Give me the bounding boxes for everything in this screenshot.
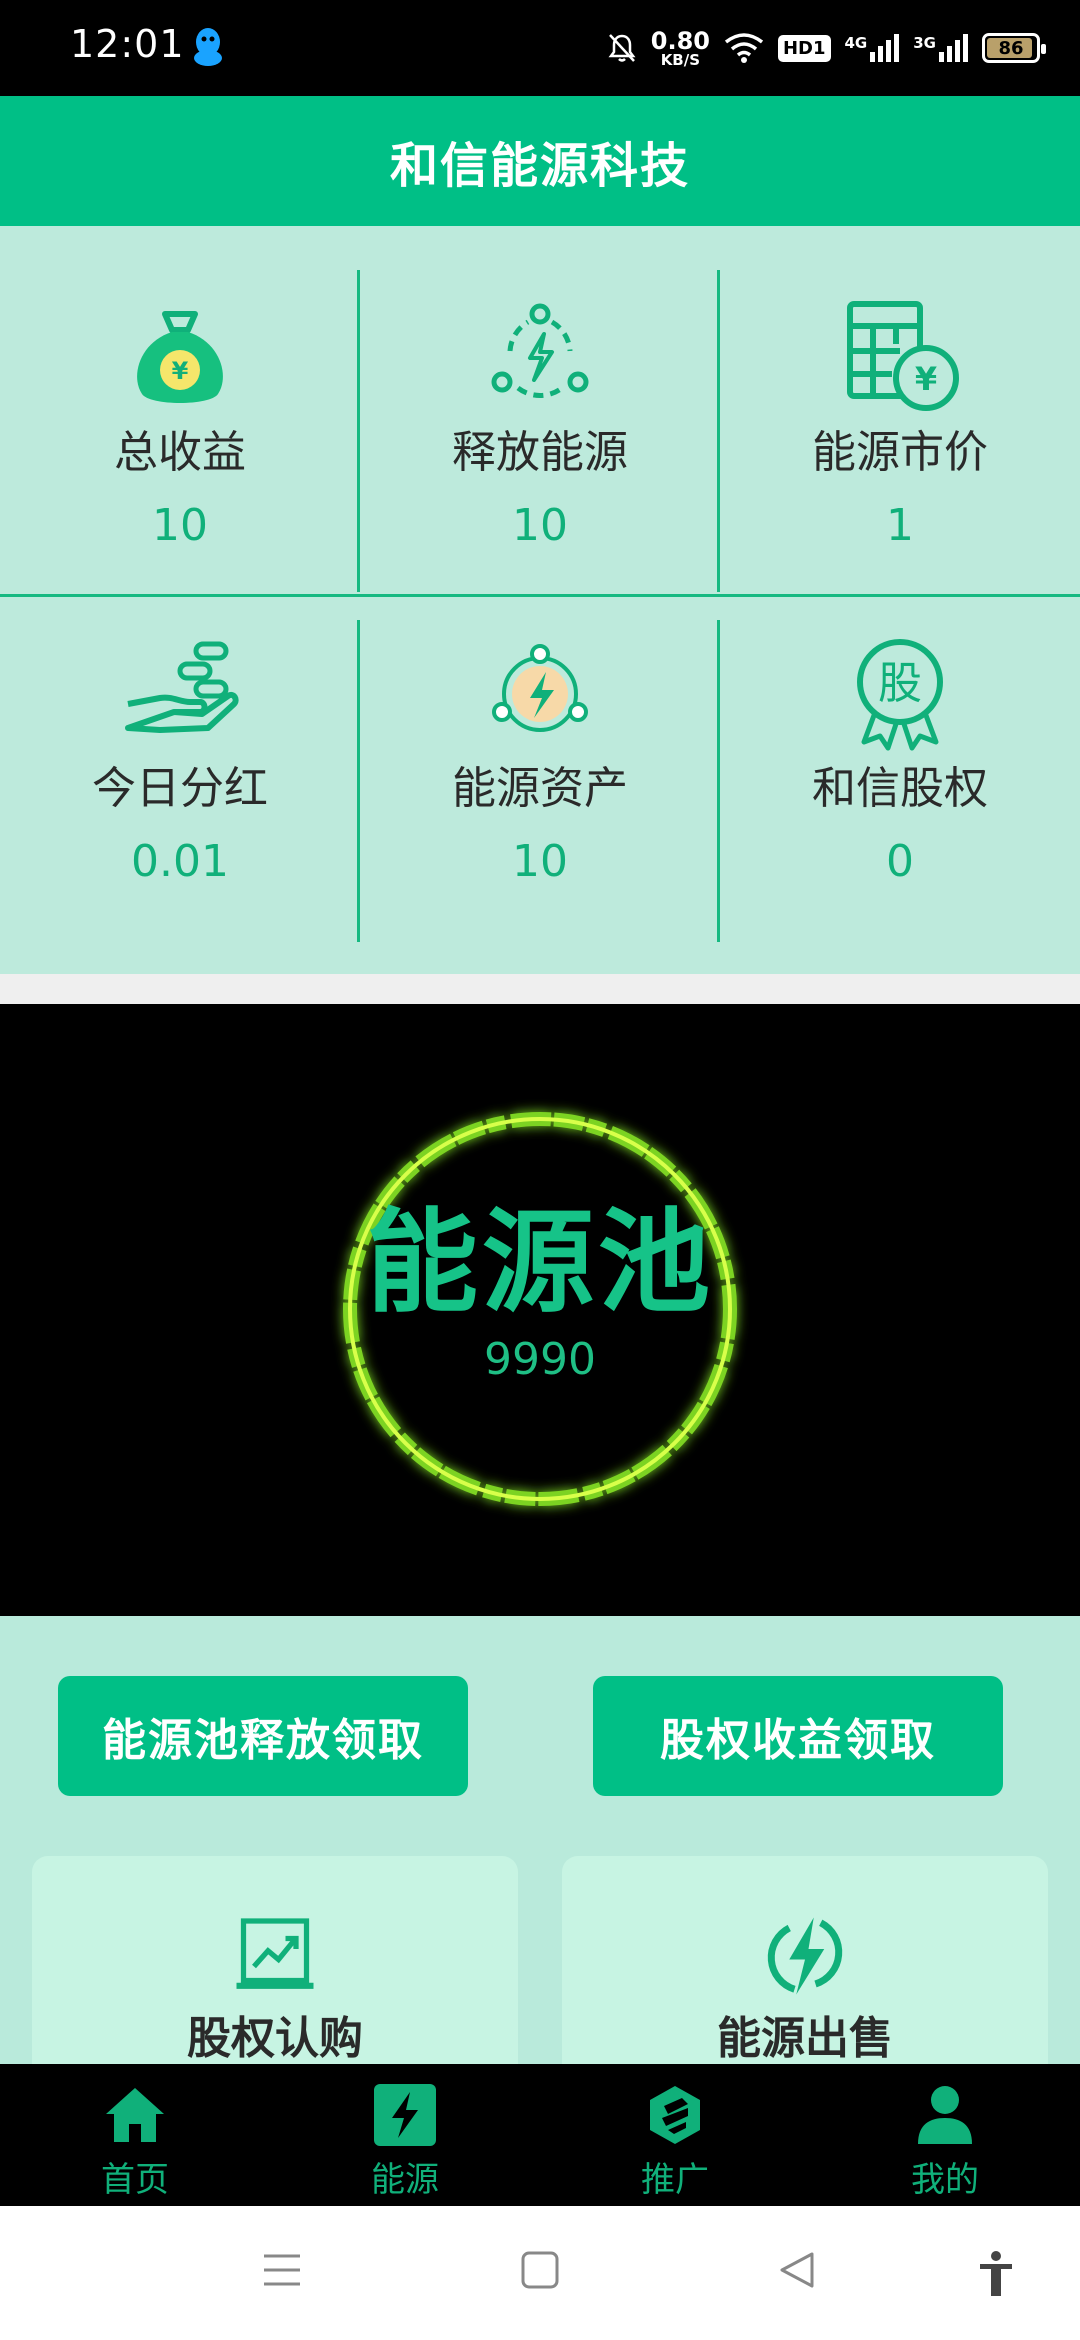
app-header: 和信能源科技: [0, 96, 1080, 226]
system-nav-bar: [0, 2206, 1080, 2340]
equity-medal-icon: 股: [857, 639, 943, 751]
user-icon: [918, 2086, 972, 2144]
energy-sale-card[interactable]: 能源出售: [562, 1856, 1048, 2066]
chart-board-icon: [236, 1918, 314, 1989]
stat-value: 1: [886, 500, 914, 551]
nav-energy[interactable]: 能源: [270, 2064, 540, 2206]
nav-label: 首页: [101, 2160, 169, 2200]
battery-icon: 86: [982, 33, 1046, 63]
net-speed-unit: KB/S: [660, 50, 701, 69]
stat-value: 0.01: [131, 836, 229, 887]
nav-label: 推广: [641, 2160, 709, 2200]
svg-text:¥: ¥: [915, 360, 937, 398]
stat-released-energy[interactable]: 释放能源 10: [360, 226, 720, 562]
section-divider: [0, 974, 1080, 1004]
stat-label: 释放能源: [452, 427, 628, 478]
back-icon[interactable]: [778, 2250, 818, 2290]
nav-mine[interactable]: 我的: [810, 2064, 1080, 2206]
stat-label: 和信股权: [812, 763, 988, 814]
card-label: 股权认购: [187, 2013, 363, 2064]
energy-pool-panel: 能源池 9990: [0, 1004, 1080, 1616]
stat-value: 10: [512, 836, 568, 887]
nav-label: 能源: [371, 2160, 439, 2200]
battery-percent: 86: [998, 37, 1024, 59]
card-label: 能源出售: [717, 2013, 893, 2064]
energy-pool-title: 能源池: [366, 1198, 714, 1328]
promote-icon: [650, 2086, 700, 2144]
stat-value: 0: [886, 836, 914, 887]
net-speed: 0.80 KB/S: [651, 29, 710, 68]
page-title: 和信能源科技: [389, 138, 690, 194]
mute-bell-icon: [608, 34, 636, 62]
energy-asset-icon: [492, 644, 588, 732]
lightning-circle-icon: [767, 1917, 843, 1995]
stat-value: 10: [152, 500, 208, 551]
home-icon: [106, 2088, 164, 2142]
release-claim-button[interactable]: 能源池释放领取: [58, 1676, 468, 1796]
hand-coins-icon: [125, 641, 239, 733]
svg-text:股: 股: [878, 658, 922, 709]
stats-grid: ¥ 总收益 10 释放能源 10 ¥ 能源市价 1 今日分红 0.01 能源资产…: [0, 226, 1080, 974]
wifi-icon: [724, 33, 764, 63]
nav-home[interactable]: 首页: [0, 2064, 270, 2206]
nav-promote[interactable]: 推广: [540, 2064, 810, 2206]
equity-claim-button[interactable]: 股权收益领取: [593, 1676, 1003, 1796]
signal-3g: 3G: [913, 34, 968, 62]
stat-today-dividend[interactable]: 今日分红 0.01: [0, 562, 360, 898]
signal-3g-label: 3G: [913, 34, 936, 52]
signal-4g-label: 4G: [844, 34, 868, 52]
stat-market-price[interactable]: ¥ 能源市价 1: [720, 226, 1080, 562]
stat-label: 今日分红: [92, 763, 268, 814]
stat-label: 总收益: [114, 427, 246, 478]
status-icons: 0.80 KB/S HD1 4G 3G 86: [607, 20, 1046, 76]
signal-4g: 4G: [845, 34, 900, 62]
stat-equity[interactable]: 股 和信股权 0: [720, 562, 1080, 898]
calculator-yuan-icon: ¥: [847, 301, 959, 411]
qq-icon: [194, 28, 222, 66]
energy-icon: [374, 2084, 436, 2146]
stat-total-earnings[interactable]: ¥ 总收益 10: [0, 226, 360, 562]
stat-energy-assets[interactable]: 能源资产 10: [360, 562, 720, 898]
app-screen: 12:01 0.80 KB/S HD1 4G 3G 86 和信能源科技 ¥ 总收…: [0, 0, 1080, 2340]
stat-label: 能源市价: [812, 427, 988, 478]
net-speed-value: 0.80: [650, 26, 710, 55]
equity-subscribe-card[interactable]: 股权认购: [32, 1856, 518, 2066]
home-square-icon[interactable]: [520, 2250, 560, 2290]
svg-text:¥: ¥: [172, 357, 189, 385]
status-bar: 12:01 0.80 KB/S HD1 4G 3G 86: [0, 0, 1080, 96]
status-time: 12:01: [70, 22, 185, 66]
menu-icon[interactable]: [262, 2250, 302, 2290]
nav-label: 我的: [911, 2160, 979, 2200]
hd-badge: HD1: [777, 34, 831, 62]
money-bag-icon: ¥: [137, 311, 223, 403]
accessibility-icon[interactable]: [976, 2250, 1016, 2298]
energy-release-icon: [491, 303, 589, 398]
stat-label: 能源资产: [452, 763, 628, 814]
bottom-nav: 首页 能源 推广 我的: [0, 2064, 1080, 2206]
energy-pool-value: 9990: [484, 1334, 596, 1385]
stat-value: 10: [512, 500, 568, 551]
